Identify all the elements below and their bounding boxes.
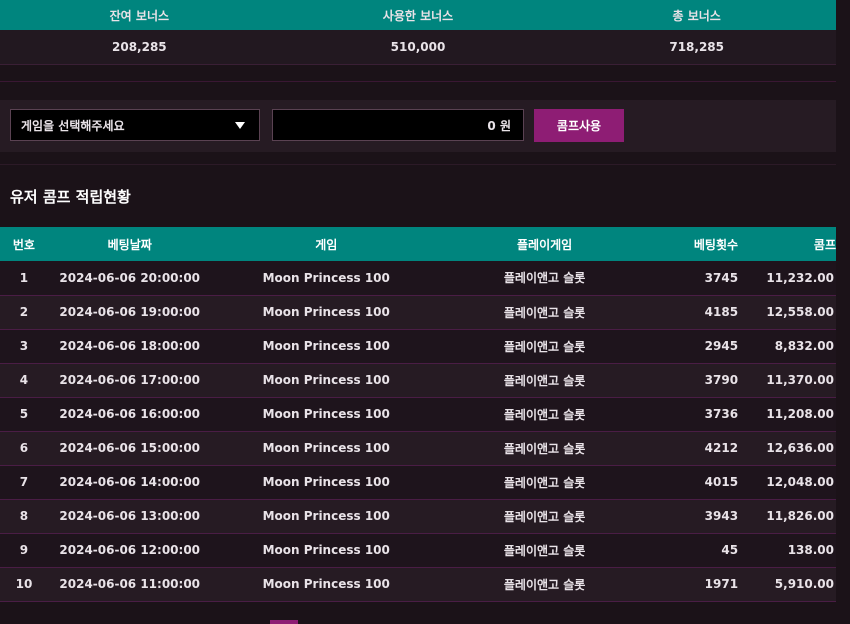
used-bonus-value: 510,000	[390, 40, 446, 54]
total-bonus-value: 718,285	[669, 40, 724, 54]
col-game: 게임	[315, 237, 338, 252]
row-game: Moon Princess 100	[211, 431, 441, 466]
row-number: 5	[0, 397, 48, 432]
row-number: 3	[0, 329, 48, 364]
row-game: Moon Princess 100	[211, 533, 441, 568]
row-bet-count: 3736	[648, 397, 739, 432]
row-game: Moon Princess 100	[211, 499, 441, 534]
row-game: Moon Princess 100	[211, 465, 441, 500]
table-row: 1 2024-06-06 20:00:00 Moon Princess 100 플레이…	[0, 261, 836, 296]
row-play-game: 플레이앤고 슬롯	[440, 397, 649, 432]
row-bet-date: 2024-06-06 20:00:00	[47, 261, 212, 296]
bonus-summary-values: 208,285 510,000 718,285	[0, 30, 836, 65]
row-bet-date: 2024-06-06 16:00:00	[47, 397, 212, 432]
row-number: 9	[0, 533, 48, 568]
row-bet-date: 2024-06-06 15:00:00	[47, 431, 212, 466]
row-number: 10	[0, 567, 48, 602]
row-comp: 138.00	[738, 533, 836, 568]
row-play-game: 플레이앤고 슬롯	[440, 465, 649, 500]
row-bet-date: 2024-06-06 14:00:00	[47, 465, 212, 500]
row-comp: 12,048.00	[738, 465, 836, 500]
row-comp: 11,232.00	[738, 261, 836, 296]
bonus-summary-header: 잔여 보너스 사용한 보너스 총 보너스	[0, 0, 836, 30]
row-bet-date: 2024-06-06 11:00:00	[47, 567, 212, 602]
table-row: 3 2024-06-06 18:00:00 Moon Princess 100 플레이…	[0, 329, 836, 364]
row-number: 6	[0, 431, 48, 466]
row-bet-count: 3745	[648, 261, 739, 296]
row-game: Moon Princess 100	[211, 363, 441, 398]
game-select-label: 게임을 선택해주세요	[21, 118, 125, 133]
table-row: 8 2024-06-06 13:00:00 Moon Princess 100 플레이…	[0, 499, 836, 534]
comp-use-bar: 게임을 선택해주세요 0 원 콤프사용	[0, 100, 836, 152]
row-comp: 11,208.00	[738, 397, 836, 432]
table-row: 5 2024-06-06 16:00:00 Moon Princess 100 플레이…	[0, 397, 836, 432]
comp-history-table: 번호 베팅날짜 게임 플레이게임 베팅횟수 콤프 1 2024-06-06 20:…	[0, 227, 836, 602]
row-comp: 5,910.00	[738, 567, 836, 602]
row-bet-count: 3943	[648, 499, 739, 534]
row-bet-count: 3790	[648, 363, 739, 398]
remaining-bonus-value: 208,285	[112, 40, 167, 54]
row-comp: 8,832.00	[738, 329, 836, 364]
row-play-game: 플레이앤고 슬롯	[440, 363, 649, 398]
row-bet-count: 4212	[648, 431, 739, 466]
row-bet-date: 2024-06-06 18:00:00	[47, 329, 212, 364]
comp-amount-input[interactable]: 0 원	[272, 109, 524, 141]
table-row: 2 2024-06-06 19:00:00 Moon Princess 100 플레이…	[0, 295, 836, 330]
divider	[0, 65, 836, 82]
caret-down-icon	[235, 121, 245, 129]
bonus-comp-page: 잔여 보너스 사용한 보너스 총 보너스 208,285 510,000 718…	[0, 0, 836, 624]
pagination-active-page[interactable]	[270, 620, 298, 624]
col-number: 번호	[12, 237, 35, 252]
remaining-bonus-label: 잔여 보너스	[109, 8, 170, 23]
row-bet-count: 2945	[648, 329, 739, 364]
row-play-game: 플레이앤고 슬롯	[440, 533, 649, 568]
section-title: 유저 콤프 적립현황	[10, 187, 131, 206]
row-play-game: 플레이앤고 슬롯	[440, 431, 649, 466]
row-bet-count: 1971	[648, 567, 739, 602]
row-number: 8	[0, 499, 48, 534]
row-play-game: 플레이앤고 슬롯	[440, 295, 649, 330]
col-play-game: 플레이게임	[517, 237, 573, 252]
row-play-game: 플레이앤고 슬롯	[440, 567, 649, 602]
row-game: Moon Princess 100	[211, 567, 441, 602]
row-number: 4	[0, 363, 48, 398]
row-bet-count: 4185	[648, 295, 739, 330]
row-game: Moon Princess 100	[211, 397, 441, 432]
row-game: Moon Princess 100	[211, 329, 441, 364]
table-row: 10 2024-06-06 11:00:00 Moon Princess 100 플레…	[0, 567, 836, 602]
table-row: 6 2024-06-06 15:00:00 Moon Princess 100 플레이…	[0, 431, 836, 466]
divider	[0, 152, 836, 165]
use-comp-button[interactable]: 콤프사용	[534, 109, 624, 142]
row-number: 1	[0, 261, 48, 296]
row-play-game: 플레이앤고 슬롯	[440, 261, 649, 296]
col-bet-count: 베팅횟수	[693, 237, 739, 252]
row-play-game: 플레이앤고 슬롯	[440, 329, 649, 364]
row-bet-date: 2024-06-06 13:00:00	[47, 499, 212, 534]
used-bonus-label: 사용한 보너스	[382, 8, 454, 23]
row-play-game: 플레이앤고 슬롯	[440, 499, 649, 534]
row-comp: 11,826.00	[738, 499, 836, 534]
game-select-dropdown[interactable]: 게임을 선택해주세요	[10, 109, 260, 141]
row-bet-date: 2024-06-06 12:00:00	[47, 533, 212, 568]
row-bet-date: 2024-06-06 19:00:00	[47, 295, 212, 330]
table-header-row: 번호 베팅날짜 게임 플레이게임 베팅횟수 콤프	[0, 227, 836, 261]
row-number: 7	[0, 465, 48, 500]
row-bet-date: 2024-06-06 17:00:00	[47, 363, 212, 398]
comp-amount-value: 0 원	[487, 118, 511, 133]
row-number: 2	[0, 295, 48, 330]
row-comp: 12,636.00	[738, 431, 836, 466]
total-bonus-label: 총 보너스	[672, 8, 721, 23]
table-row: 4 2024-06-06 17:00:00 Moon Princess 100 플레이…	[0, 363, 836, 398]
col-comp: 콤프	[813, 237, 836, 252]
col-bet-date: 베팅날짜	[107, 237, 152, 252]
row-comp: 12,558.00	[738, 295, 836, 330]
row-game: Moon Princess 100	[211, 295, 441, 330]
table-row: 9 2024-06-06 12:00:00 Moon Princess 100 플레이…	[0, 533, 836, 568]
row-bet-count: 45	[648, 533, 739, 568]
row-bet-count: 4015	[648, 465, 739, 500]
row-game: Moon Princess 100	[211, 261, 441, 296]
row-comp: 11,370.00	[738, 363, 836, 398]
table-row: 7 2024-06-06 14:00:00 Moon Princess 100 플레이…	[0, 465, 836, 500]
